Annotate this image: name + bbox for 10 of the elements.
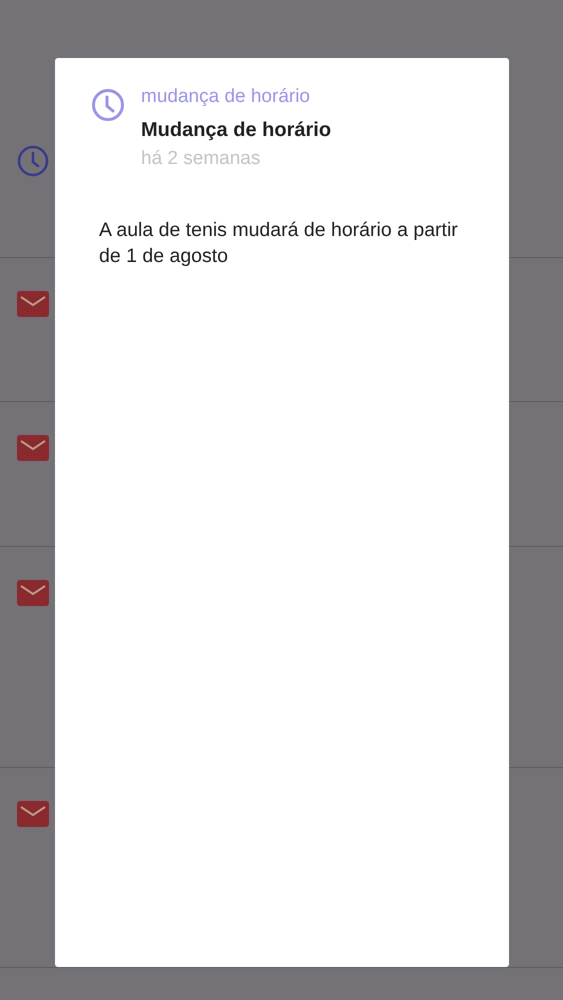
notification-message: A aula de tenis mudará de horário a partir de 1 de agosto (99, 218, 459, 269)
notification-time: há 2 semanas (141, 147, 262, 171)
clock-icon (91, 88, 125, 122)
notification-category: mudança de horário (141, 86, 311, 108)
envelope-icon (17, 435, 49, 461)
envelope-icon (17, 801, 49, 827)
envelope-icon (17, 580, 49, 606)
clock-icon (17, 145, 49, 177)
notification-title: Mudança de horário (141, 118, 332, 142)
envelope-icon (17, 291, 49, 317)
